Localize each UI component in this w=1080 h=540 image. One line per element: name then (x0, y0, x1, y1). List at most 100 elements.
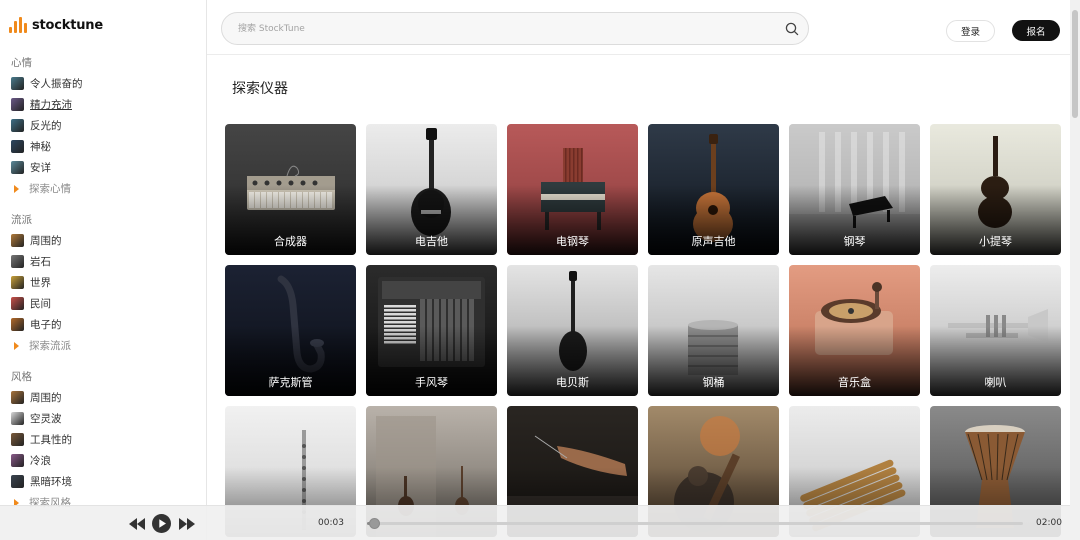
explore-moods-link[interactable]: 探索心情 (11, 178, 201, 199)
sidebar-item[interactable]: 反光的 (11, 115, 201, 136)
header-divider (207, 54, 1070, 55)
progress-handle[interactable] (368, 518, 380, 529)
search-bar (221, 12, 809, 45)
thumbnail (11, 119, 24, 132)
thumbnail (11, 77, 24, 90)
thumbnail (11, 412, 24, 425)
sidebar-section-genres: 流派 周围的 岩石 世界 民间 电子的 探索流派 (11, 210, 201, 356)
card-label: 喇叭 (984, 376, 1007, 389)
thumbnail (11, 391, 24, 404)
thumbnail (11, 98, 24, 111)
instrument-card[interactable]: 喇叭 (930, 265, 1061, 396)
sidebar-item-label: 黑暗环境 (30, 476, 72, 488)
page-title: 探索仪器 (232, 81, 288, 97)
progress-track[interactable] (367, 518, 1023, 529)
instrument-card[interactable]: 电贝斯 (507, 265, 638, 396)
sidebar-item[interactable]: 安详 (11, 157, 201, 178)
thumbnail (11, 318, 24, 331)
instrument-card[interactable]: 钢桶 (648, 265, 779, 396)
sidebar-item-label: 周围的 (30, 235, 62, 247)
explore-label: 探索流派 (29, 340, 71, 352)
instrument-card[interactable]: 音乐盒 (789, 265, 920, 396)
card-label: 手风琴 (415, 376, 448, 389)
signup-button[interactable]: 报名 (1012, 20, 1060, 41)
fast-forward-icon[interactable] (179, 518, 195, 530)
explore-label: 探索心情 (29, 183, 71, 195)
explore-genres-link[interactable]: 探索流派 (11, 335, 201, 356)
sidebar-item-label: 安详 (30, 162, 51, 174)
rewind-icon[interactable] (129, 518, 145, 530)
logo-bars-icon (9, 17, 27, 33)
thumbnail (11, 234, 24, 247)
sidebar-item-label: 周围的 (30, 392, 62, 404)
sidebar-item[interactable]: 神秘 (11, 136, 201, 157)
card-label: 电吉他 (415, 235, 448, 248)
card-label: 小提琴 (979, 235, 1012, 248)
sidebar-item-label: 精力充沛 (30, 99, 72, 111)
sidebar-item[interactable]: 空灵波 (11, 408, 201, 429)
instrument-card[interactable]: 原声吉他 (648, 124, 779, 255)
sidebar-item[interactable]: 电子的 (11, 314, 201, 335)
total-time: 02:00 (1036, 518, 1062, 528)
sidebar-item[interactable]: 精力充沛 (11, 94, 201, 115)
brand-logo[interactable]: stocktune (9, 17, 103, 33)
instrument-card[interactable]: 萨克斯管 (225, 265, 356, 396)
instrument-grid: 合成器 电吉他 电钢琴 原声吉他 钢琴 小提琴 萨克斯管 手风琴 电贝斯 钢桶 … (225, 124, 1061, 537)
thumbnail (11, 140, 24, 153)
sidebar-item-label: 反光的 (30, 120, 62, 132)
sidebar-item[interactable]: 黑暗环境 (11, 471, 201, 492)
card-label: 钢琴 (843, 235, 866, 248)
sidebar-item-label: 民间 (30, 298, 51, 310)
triangle-right-icon (14, 341, 19, 350)
thumbnail (11, 475, 24, 488)
section-title: 风格 (11, 371, 32, 383)
thumbnail (11, 454, 24, 467)
sidebar-item-label: 岩石 (30, 256, 51, 268)
section-title: 流派 (11, 214, 32, 226)
thumbnail (11, 276, 24, 289)
sidebar-item[interactable]: 令人振奋的 (11, 73, 201, 94)
card-label: 电贝斯 (556, 376, 589, 389)
page-scrollbar[interactable] (1070, 0, 1080, 540)
sidebar-item[interactable]: 周围的 (11, 387, 201, 408)
sidebar-item-label: 工具性的 (30, 434, 72, 446)
section-title: 心情 (11, 57, 32, 69)
thumbnail (11, 433, 24, 446)
instrument-card[interactable]: 小提琴 (930, 124, 1061, 255)
card-label: 原声吉他 (691, 235, 736, 248)
sidebar-item-label: 世界 (30, 277, 51, 289)
audio-player: 00:03 02:00 (0, 505, 1070, 540)
instrument-card[interactable]: 电吉他 (366, 124, 497, 255)
instrument-card[interactable]: 电钢琴 (507, 124, 638, 255)
instrument-card[interactable]: 手风琴 (366, 265, 497, 396)
sidebar-item-label: 电子的 (30, 319, 62, 331)
instrument-card[interactable]: 合成器 (225, 124, 356, 255)
sidebar-item[interactable]: 世界 (11, 272, 201, 293)
sidebar-section-moods: 心情 令人振奋的 精力充沛 反光的 神秘 安详 探索心情 (11, 53, 201, 199)
sidebar-item-label: 空灵波 (30, 413, 62, 425)
search-icon[interactable] (784, 21, 800, 37)
play-button[interactable] (152, 514, 171, 533)
search-input[interactable] (238, 20, 778, 38)
sidebar-item[interactable]: 岩石 (11, 251, 201, 272)
sidebar: stocktune 心情 令人振奋的 精力充沛 反光的 神秘 安详 探索心情 流… (0, 0, 207, 540)
thumbnail (11, 297, 24, 310)
app: stocktune 心情 令人振奋的 精力充沛 反光的 神秘 安详 探索心情 流… (0, 0, 1080, 540)
card-label: 钢桶 (702, 376, 725, 389)
card-label: 电钢琴 (556, 235, 589, 248)
thumbnail (11, 161, 24, 174)
sidebar-item-label: 令人振奋的 (30, 78, 83, 90)
sidebar-section-styles: 风格 周围的 空灵波 工具性的 冷浪 黑暗环境 探索风格 (11, 367, 201, 513)
sidebar-item[interactable]: 冷浪 (11, 450, 201, 471)
card-label: 音乐盒 (838, 376, 871, 389)
scrollbar-thumb[interactable] (1072, 10, 1078, 118)
sidebar-item[interactable]: 工具性的 (11, 429, 201, 450)
login-button[interactable]: 登录 (946, 20, 995, 42)
sidebar-item-label: 冷浪 (30, 455, 51, 467)
card-label: 合成器 (274, 235, 307, 248)
card-label: 萨克斯管 (268, 376, 313, 389)
current-time: 00:03 (318, 518, 344, 528)
sidebar-item[interactable]: 民间 (11, 293, 201, 314)
instrument-card[interactable]: 钢琴 (789, 124, 920, 255)
sidebar-item[interactable]: 周围的 (11, 230, 201, 251)
